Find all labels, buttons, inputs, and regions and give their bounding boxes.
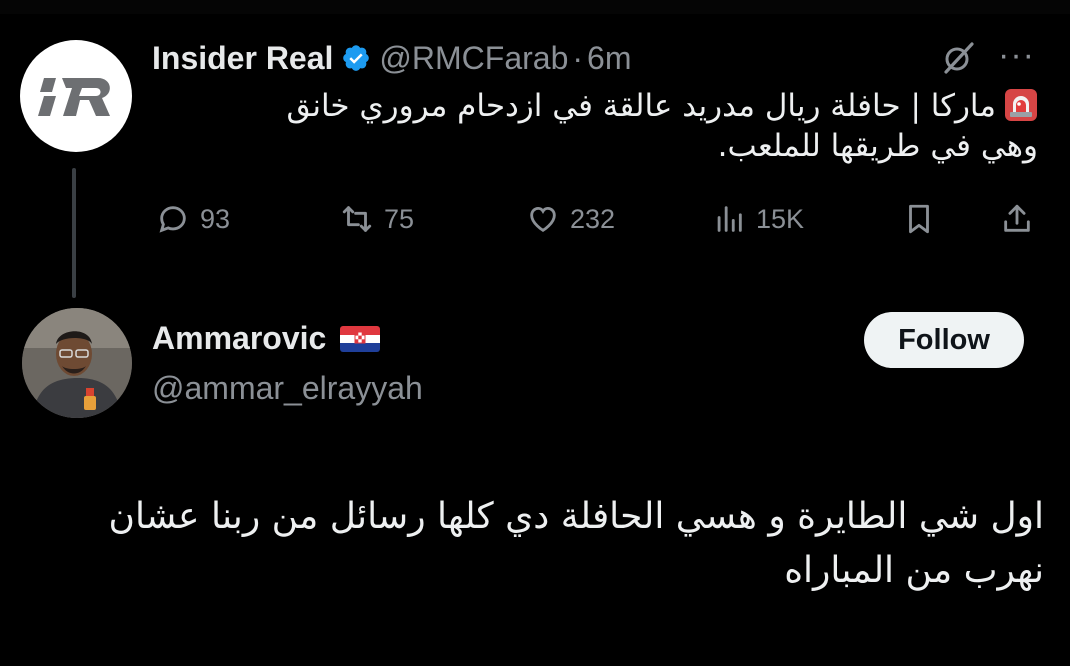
analytics-icon	[717, 206, 742, 232]
reply-author-row: Ammarovic	[152, 320, 381, 357]
share-button[interactable]	[1000, 202, 1044, 236]
view-count: 15K	[756, 203, 805, 234]
retweet-icon	[342, 206, 372, 232]
police-siren-emoji-icon	[1005, 89, 1037, 121]
separator: ·	[572, 39, 584, 76]
share-icon	[1004, 204, 1030, 232]
reply-text-line-1: اول شي الطايرة و هسي الحافلة دي كلها رسا…	[108, 496, 1044, 537]
reply-button[interactable]: 93	[156, 202, 230, 236]
tweet-text-line-1-content: ماركا | حافلة ريال مدريد عالقة في ازدحام…	[286, 88, 996, 124]
follow-button[interactable]: Follow	[864, 312, 1024, 368]
top-edge	[0, 0, 1070, 14]
like-count: 232	[570, 203, 616, 234]
timestamp[interactable]: 6m	[587, 40, 631, 77]
reply-text: اول شي الطايرة و هسي الحافلة دي كلها رسا…	[40, 490, 1044, 598]
tweet-text-line-2: وهي في طريقها للملعب.	[717, 128, 1038, 164]
retweet-button[interactable]: 75	[340, 202, 414, 236]
tweet-actions-bar: 93 75 232 15K	[0, 202, 1070, 246]
bookmark-button[interactable]	[902, 202, 946, 236]
reply-icon	[159, 206, 186, 233]
reply-author-handle[interactable]: @ammar_elrayyah	[152, 370, 423, 407]
author-name[interactable]: Insider Real	[152, 40, 333, 77]
reply-count: 93	[200, 203, 231, 234]
reply-text-line-2: نهرب من المباراه	[784, 550, 1044, 591]
avatar[interactable]	[20, 40, 132, 152]
tweet-text-line-1: ماركا | حافلة ريال مدريد عالقة في ازدحام…	[150, 86, 1038, 126]
tweet-text: ماركا | حافلة ريال مدريد عالقة في ازدحام…	[150, 86, 1038, 166]
avatar[interactable]	[22, 308, 132, 418]
bookmark-icon	[909, 204, 929, 234]
grok-icon[interactable]	[940, 40, 976, 76]
user-photo	[22, 308, 132, 418]
tweet-header: Insider Real @RMCFarab · 6m	[152, 36, 631, 80]
retweet-count: 75	[384, 203, 415, 234]
reply-author-name[interactable]: Ammarovic	[152, 320, 326, 357]
croatia-flag-icon	[340, 325, 381, 352]
heart-icon	[530, 206, 556, 232]
insider-real-logo-icon	[38, 78, 110, 116]
more-options-icon[interactable]: ···	[998, 36, 1035, 75]
like-button[interactable]: 232	[526, 202, 615, 236]
author-handle[interactable]: @RMCFarab	[379, 40, 568, 77]
views-button[interactable]: 15K	[712, 202, 804, 236]
verified-badge-icon	[343, 45, 370, 71]
